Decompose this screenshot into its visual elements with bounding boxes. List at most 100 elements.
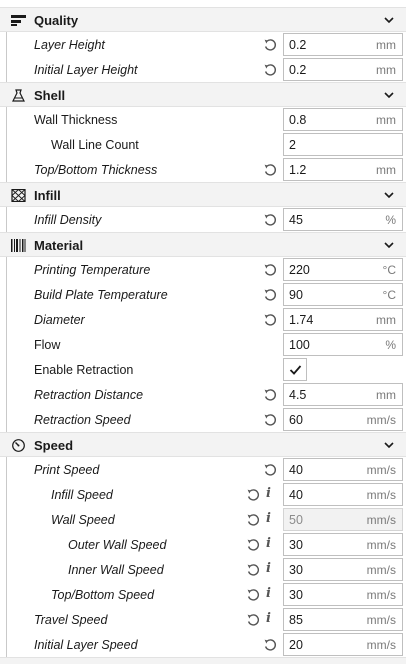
chevron-down-icon[interactable] bbox=[384, 441, 394, 449]
top-bottom-thickness-input[interactable]: 1.2 mm bbox=[283, 158, 403, 181]
chevron-down-icon[interactable] bbox=[384, 241, 394, 249]
setting-label: Wall Speed bbox=[51, 513, 115, 527]
setting-row-wall-line-count: Wall Line Count 2 bbox=[0, 132, 406, 157]
setting-row-build-plate-temperature: Build Plate Temperature 90 °C bbox=[0, 282, 406, 307]
category-infill[interactable]: Infill bbox=[0, 182, 406, 207]
reset-icon[interactable] bbox=[263, 288, 277, 302]
input-value: 100 bbox=[289, 338, 310, 352]
info-icon[interactable]: i bbox=[266, 611, 271, 626]
input-value: 220 bbox=[289, 263, 310, 277]
category-shell[interactable]: Shell bbox=[0, 82, 406, 107]
category-indent-bar bbox=[6, 632, 7, 657]
input-value: 30 bbox=[289, 563, 303, 577]
retraction-distance-input[interactable]: 4.5 mm bbox=[283, 383, 403, 406]
travel-speed-input[interactable]: 85 mm/s bbox=[283, 608, 403, 631]
layer-height-input[interactable]: 0.2 mm bbox=[283, 33, 403, 56]
outer-wall-speed-input[interactable]: 30 mm/s bbox=[283, 533, 403, 556]
input-unit: mm/s bbox=[366, 638, 396, 652]
inner-wall-speed-input[interactable]: 30 mm/s bbox=[283, 558, 403, 581]
category-indent-bar bbox=[6, 282, 7, 307]
reset-icon[interactable] bbox=[263, 63, 277, 77]
category-quality[interactable]: Quality bbox=[0, 7, 406, 32]
setting-row-retraction-distance: Retraction Distance 4.5 mm bbox=[0, 382, 406, 407]
reset-icon[interactable] bbox=[263, 638, 277, 652]
category-indent-bar bbox=[6, 482, 7, 507]
setting-row-print-speed: Print Speed 40 mm/s bbox=[0, 457, 406, 482]
setting-label: Infill Density bbox=[34, 213, 102, 227]
category-speed[interactable]: Speed bbox=[0, 432, 406, 457]
input-unit: mm/s bbox=[366, 563, 396, 577]
input-value: 45 bbox=[289, 213, 303, 227]
input-unit: mm/s bbox=[366, 413, 396, 427]
retraction-speed-input[interactable]: 60 mm/s bbox=[283, 408, 403, 431]
input-value: 85 bbox=[289, 613, 303, 627]
reset-icon[interactable] bbox=[246, 563, 260, 577]
category-indent-bar bbox=[6, 457, 7, 482]
wall-line-count-input[interactable]: 2 bbox=[283, 133, 403, 156]
category-indent-bar bbox=[6, 357, 7, 382]
info-icon[interactable]: i bbox=[266, 511, 271, 526]
category-material[interactable]: Material bbox=[0, 232, 406, 257]
flow-input[interactable]: 100% bbox=[283, 333, 403, 356]
category-indent-bar bbox=[6, 32, 7, 57]
checkmark-icon bbox=[289, 365, 302, 375]
infill-density-input[interactable]: 45% bbox=[283, 208, 403, 231]
setting-label: Wall Thickness bbox=[34, 113, 118, 127]
category-indent-bar bbox=[6, 557, 7, 582]
setting-label: Wall Line Count bbox=[51, 138, 139, 152]
quality-icon bbox=[11, 15, 26, 26]
category-indent-bar bbox=[6, 507, 7, 532]
reset-icon[interactable] bbox=[263, 313, 277, 327]
setting-label: Top/Bottom Thickness bbox=[34, 163, 158, 177]
reset-icon[interactable] bbox=[263, 388, 277, 402]
info-icon[interactable]: i bbox=[266, 586, 271, 601]
reset-icon[interactable] bbox=[263, 38, 277, 52]
reset-icon[interactable] bbox=[246, 538, 260, 552]
chevron-down-icon[interactable] bbox=[384, 191, 394, 199]
setting-row-printing-temperature: Printing Temperature 220 °C bbox=[0, 257, 406, 282]
reset-icon[interactable] bbox=[263, 213, 277, 227]
category-indent-bar bbox=[6, 382, 7, 407]
print-speed-input[interactable]: 40 mm/s bbox=[283, 458, 403, 481]
printing-temperature-input[interactable]: 220 °C bbox=[283, 258, 403, 281]
setting-row-top-bottom-thickness: Top/Bottom Thickness 1.2 mm bbox=[0, 157, 406, 182]
reset-icon[interactable] bbox=[263, 163, 277, 177]
reset-icon[interactable] bbox=[263, 263, 277, 277]
input-unit: % bbox=[385, 338, 396, 352]
reset-icon[interactable] bbox=[246, 613, 260, 627]
input-unit: °C bbox=[382, 263, 396, 277]
chevron-down-icon[interactable] bbox=[384, 16, 394, 24]
wall-thickness-input[interactable]: 0.8 mm bbox=[283, 108, 403, 131]
setting-label: Top/Bottom Speed bbox=[51, 588, 155, 602]
diameter-input[interactable]: 1.74 mm bbox=[283, 308, 403, 331]
category-indent-bar bbox=[6, 207, 7, 232]
info-icon[interactable]: i bbox=[266, 561, 271, 576]
setting-row-top-bottom-speed: Top/Bottom Speed i 30 mm/s bbox=[0, 582, 406, 607]
initial-layer-height-input[interactable]: 0.2 mm bbox=[283, 58, 403, 81]
setting-label: Printing Temperature bbox=[34, 263, 151, 277]
enable-retraction-checkbox[interactable] bbox=[283, 358, 307, 381]
reset-icon[interactable] bbox=[246, 488, 260, 502]
info-icon[interactable]: i bbox=[266, 486, 271, 501]
input-value: 0.2 bbox=[289, 38, 307, 52]
setting-label: Flow bbox=[34, 338, 61, 352]
input-value: 40 bbox=[289, 488, 303, 502]
build-plate-temperature-input[interactable]: 90 °C bbox=[283, 283, 403, 306]
reset-icon[interactable] bbox=[263, 463, 277, 477]
input-value: 30 bbox=[289, 538, 303, 552]
reset-icon[interactable] bbox=[246, 513, 260, 527]
initial-layer-speed-input[interactable]: 20 mm/s bbox=[283, 633, 403, 656]
infill-speed-input[interactable]: 40 mm/s bbox=[283, 483, 403, 506]
reset-icon[interactable] bbox=[263, 413, 277, 427]
chevron-down-icon[interactable] bbox=[384, 91, 394, 99]
reset-icon[interactable] bbox=[246, 588, 260, 602]
info-icon[interactable]: i bbox=[266, 536, 271, 551]
setting-label: Print Speed bbox=[34, 463, 100, 477]
speed-icon bbox=[12, 439, 25, 452]
category-label: Material bbox=[34, 238, 84, 253]
input-unit: mm/s bbox=[366, 538, 396, 552]
top-bottom-speed-input[interactable]: 30 mm/s bbox=[283, 583, 403, 606]
category-indent-bar bbox=[6, 57, 7, 82]
setting-row-inner-wall-speed: Inner Wall Speed i 30 mm/s bbox=[0, 557, 406, 582]
infill-icon bbox=[11, 189, 26, 202]
